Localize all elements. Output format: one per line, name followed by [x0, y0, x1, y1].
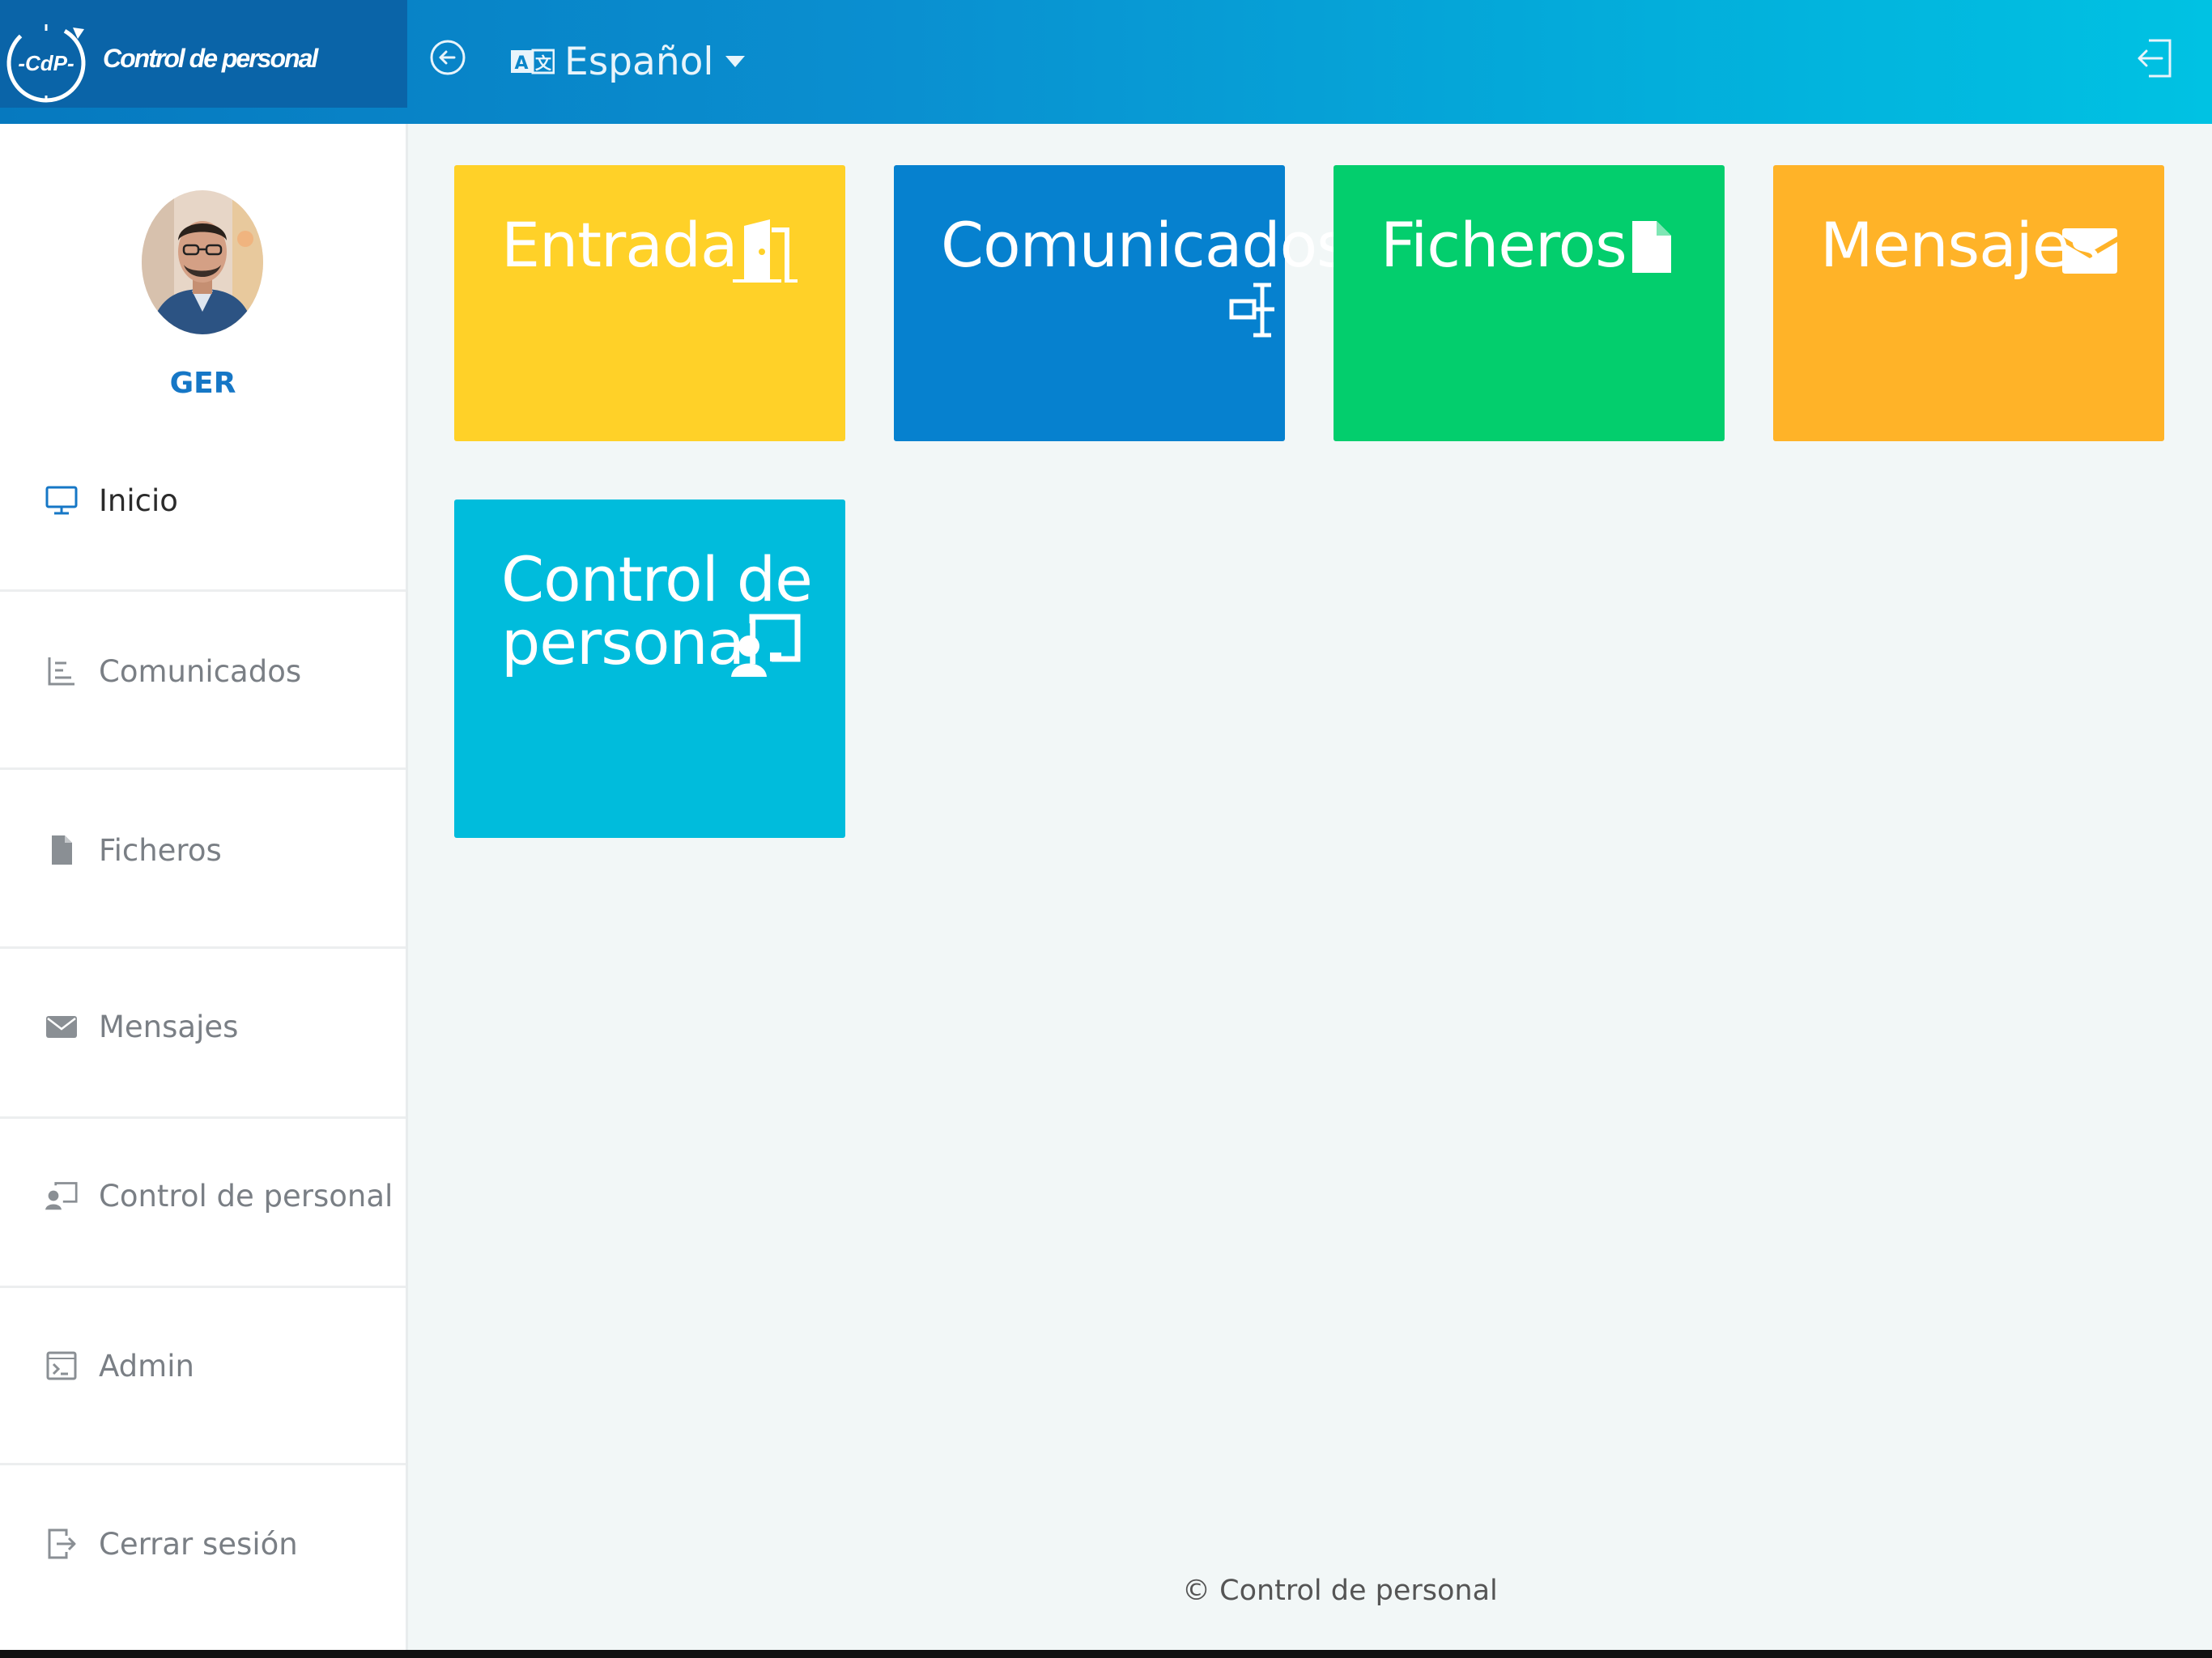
bottom-strip	[0, 1650, 2212, 1658]
sidebar-item-comunicados[interactable]: Comunicados	[0, 639, 406, 704]
tile-label: Entrada	[501, 209, 738, 281]
sidebar-item-control-de-personal[interactable]: Control de personal	[0, 1163, 406, 1228]
tile-ficheros[interactable]: Ficheros	[1334, 165, 1725, 441]
language-label: Español	[564, 39, 714, 84]
tile-label: Mensajes	[1820, 209, 2101, 281]
door-icon	[733, 219, 798, 283]
tile-entrada[interactable]: Entrada	[454, 165, 845, 441]
sidebar-item-label: Mensajes	[99, 1009, 239, 1044]
caret-down-icon	[725, 56, 746, 67]
brand[interactable]: -CdP- Control de personal	[0, 0, 407, 108]
sidebar-item-label: Control de personal	[99, 1178, 393, 1214]
language-selector[interactable]: A 文 Español	[510, 37, 746, 86]
top-bar: -CdP- Control de personal A 文 Español	[0, 0, 2212, 124]
sidebar-item-label: Admin	[99, 1348, 194, 1384]
divider	[0, 1463, 406, 1465]
divider	[0, 589, 406, 592]
sidebar-item-inicio[interactable]: Inicio	[0, 468, 406, 533]
tile-control-de-personal[interactable]: Control de personal	[454, 500, 845, 838]
tile-label: Comunicados	[941, 209, 1349, 281]
file-icon	[52, 835, 72, 865]
sidebar-item-admin[interactable]: Admin	[0, 1333, 406, 1398]
envelope-icon	[2062, 228, 2117, 274]
sitemap-icon	[1229, 283, 1274, 338]
avatar-photo	[142, 190, 263, 334]
brand-logo-icon: -CdP-	[6, 23, 86, 103]
person-board-icon	[45, 1182, 78, 1210]
divider	[0, 1116, 406, 1119]
file-icon	[1632, 221, 1671, 273]
sidebar-item-mensajes[interactable]: Mensajes	[0, 994, 406, 1059]
person-board-icon	[731, 614, 801, 677]
sidebar-item-ficheros[interactable]: Ficheros	[0, 818, 406, 882]
sidebar-item-cerrar-sesion[interactable]: Cerrar sesión	[0, 1511, 406, 1576]
tile-label-line1: Control de	[501, 543, 813, 615]
divider	[0, 1286, 406, 1288]
back-button[interactable]	[429, 39, 466, 76]
divider	[0, 946, 406, 949]
tile-comunicados[interactable]: Comunicados	[894, 165, 1349, 441]
sidebar-item-label: Comunicados	[99, 653, 302, 689]
sidebar: GER Inicio Comunicados Ficheros Mensajes…	[0, 124, 408, 1650]
tile-mensajes[interactable]: Mensajes	[1773, 165, 2164, 441]
exit-icon[interactable]	[2138, 36, 2175, 81]
sign-out-icon	[48, 1528, 76, 1559]
tile-label: Ficheros	[1380, 209, 1627, 281]
envelope-icon	[46, 1016, 77, 1038]
svg-text:文: 文	[535, 53, 552, 73]
tile-label-line2: personal	[501, 606, 761, 678]
divider	[0, 767, 406, 770]
monitor-icon	[45, 486, 78, 515]
avatar[interactable]	[142, 190, 263, 334]
tree-list-icon	[48, 657, 74, 686]
svg-text:-CdP-: -CdP-	[18, 51, 74, 75]
terminal-icon	[46, 1351, 77, 1380]
translate-icon: A 文	[511, 49, 555, 74]
sidebar-item-label: Cerrar sesión	[99, 1526, 298, 1562]
footer-text: © Control de personal	[1182, 1575, 1498, 1607]
svg-text:A: A	[514, 53, 528, 74]
sidebar-item-label: Inicio	[99, 483, 178, 518]
sidebar-item-label: Ficheros	[99, 832, 222, 868]
user-name: GER	[169, 367, 236, 400]
brand-name: Control de personal	[103, 44, 318, 73]
